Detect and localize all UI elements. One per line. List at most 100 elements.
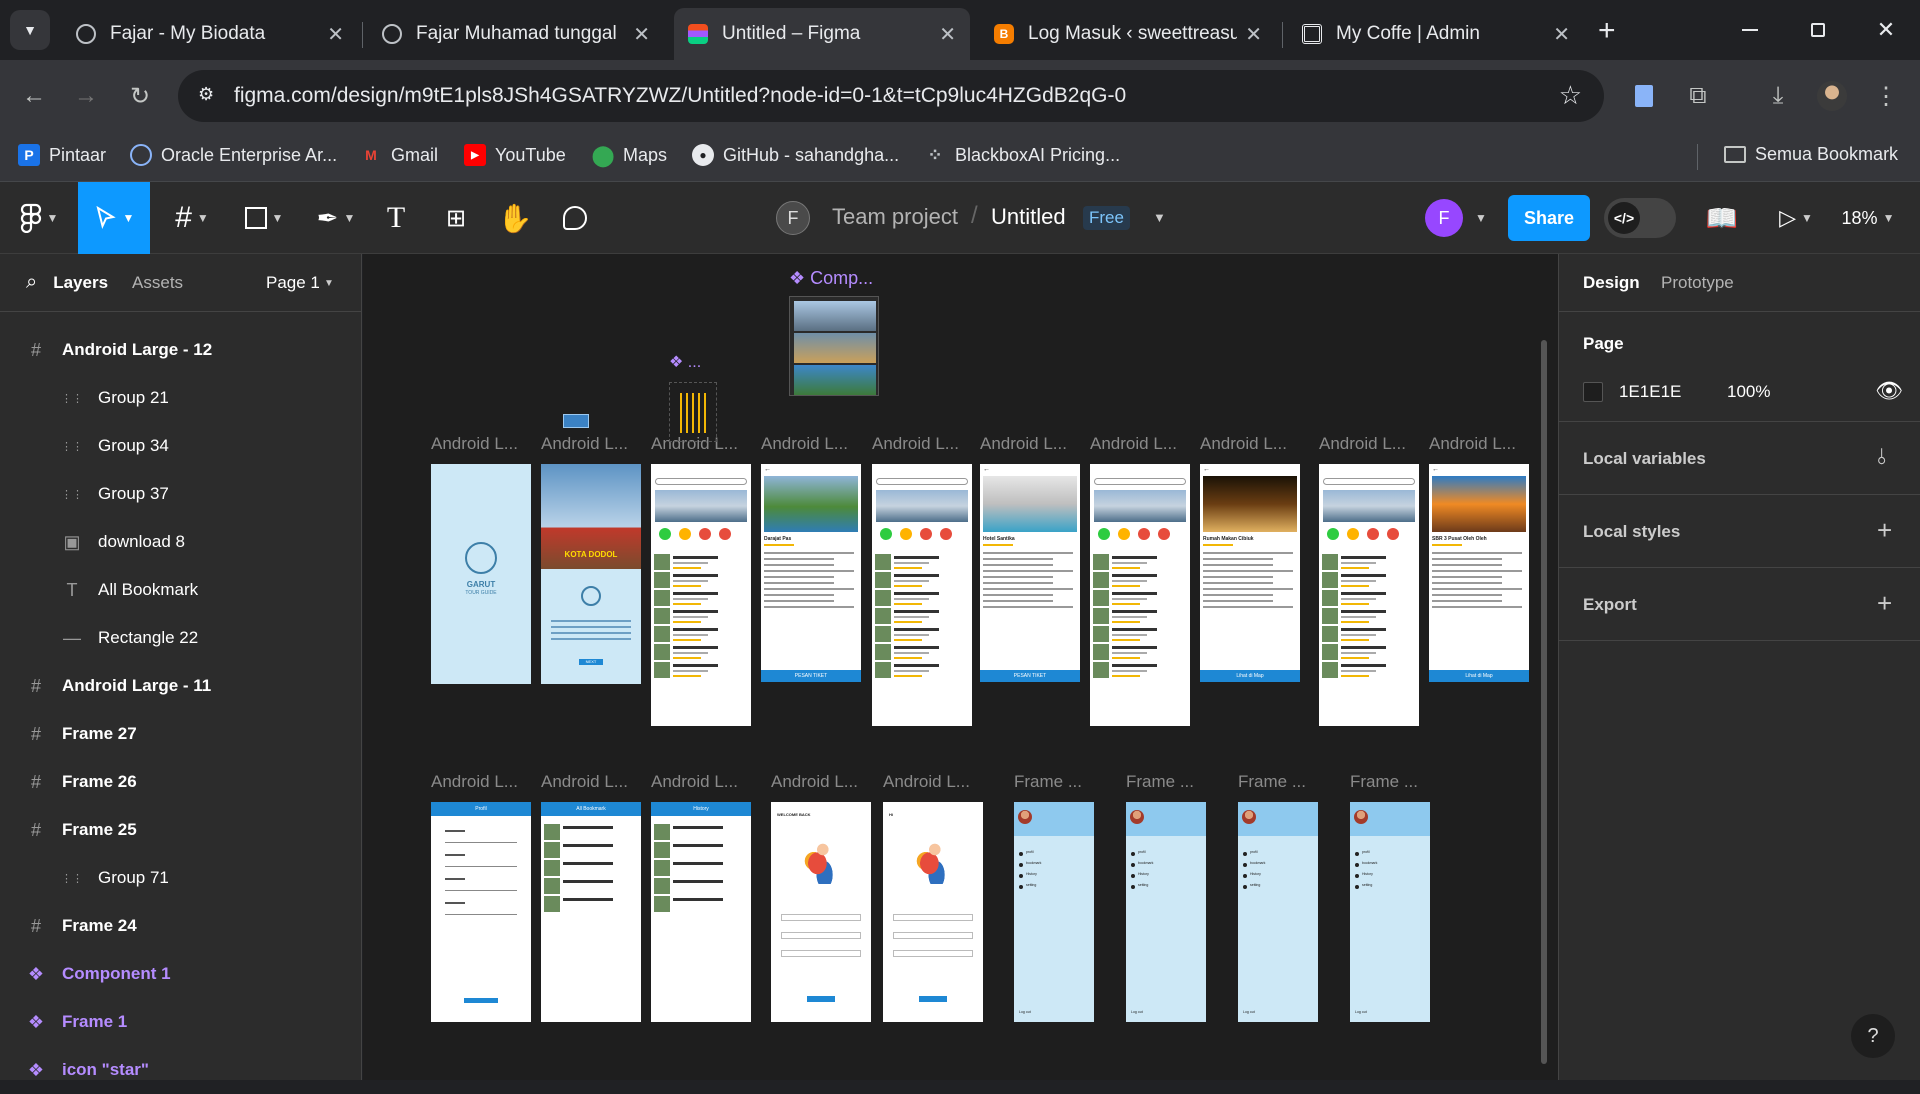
chevron-down-icon[interactable]: ▼ [324, 278, 334, 289]
present-button[interactable]: ▷ ▼ [1768, 182, 1824, 254]
frame-menu[interactable]: profil bookmark History setting Log out [1126, 802, 1206, 1022]
tab-layers[interactable]: Layers [53, 273, 108, 293]
restore-button[interactable] [1798, 10, 1838, 50]
close-icon[interactable]: ✕ [1553, 22, 1570, 47]
new-tab-button[interactable]: + [1598, 14, 1616, 48]
back-button[interactable]: ← [12, 74, 56, 118]
shape-tool[interactable]: ▼ [234, 182, 294, 254]
sliders-icon[interactable]: ⫰ [1877, 444, 1887, 470]
chevron-down-icon[interactable]: ▼ [1475, 211, 1487, 225]
layer-row[interactable]: ❖ icon "star" [0, 1046, 362, 1094]
bookmark-maps[interactable]: ⬤ Maps [592, 144, 667, 167]
plus-icon[interactable]: + [1877, 515, 1892, 546]
team-avatar[interactable]: F [776, 201, 810, 235]
export-section[interactable]: Export + [1559, 568, 1920, 641]
layer-row[interactable]: ▣ download 8 [0, 518, 362, 566]
browser-tab-2[interactable]: Fajar Muhamad tunggal ✕ [368, 8, 664, 60]
main-menu-button[interactable]: ▼ [8, 182, 70, 254]
user-avatar[interactable]: F [1425, 199, 1463, 237]
all-bookmarks-folder[interactable]: Semua Bookmark [1724, 144, 1898, 165]
close-icon[interactable]: ✕ [327, 22, 344, 47]
zoom-control[interactable]: 18% ▼ [1836, 182, 1900, 254]
team-name[interactable]: Team project [832, 204, 958, 230]
search-icon[interactable]: ⌕ [26, 271, 37, 294]
layer-row[interactable]: ⋮⋮ Group 37 [0, 470, 362, 518]
minimize-button[interactable] [1730, 10, 1770, 50]
extension-button[interactable] [1622, 74, 1666, 118]
browser-tab-1[interactable]: Fajar - My Biodata ✕ [62, 8, 358, 60]
file-menu-chevron[interactable]: ▼ [1153, 210, 1166, 225]
bookmark-oracle[interactable]: Oracle Enterprise Ar... [130, 144, 337, 166]
tab-search-button[interactable]: ▼ [10, 10, 50, 50]
frame-list[interactable] [1090, 464, 1190, 726]
pen-tool[interactable]: ✒ ▼ [306, 182, 366, 254]
frame-menu[interactable]: profil bookmark History setting Log out [1014, 802, 1094, 1022]
tab-design[interactable]: Design [1583, 273, 1640, 293]
comment-tool[interactable] [554, 182, 596, 254]
frame-profile[interactable]: Profil [431, 802, 531, 1022]
eye-icon[interactable]: 👁 [1875, 378, 1903, 404]
layer-row[interactable]: ⋮⋮ Group 21 [0, 374, 362, 422]
frame-city[interactable]: KOTA DODOL NEXT [541, 464, 641, 684]
frame-list[interactable]: All Bookmark [541, 802, 641, 1022]
layer-row[interactable]: ❖ Frame 1 [0, 998, 362, 1046]
layer-row[interactable]: — Rectangle 22 [0, 614, 362, 662]
frame-splash[interactable]: GARUT TOUR GUIDE [431, 464, 531, 684]
page-color-hex[interactable]: 1E1E1E [1619, 382, 1681, 402]
frame-menu[interactable]: profil bookmark History setting Log out [1238, 802, 1318, 1022]
library-button[interactable]: 📖 [1700, 182, 1744, 254]
bookmark-youtube[interactable]: ▶ YouTube [464, 144, 566, 166]
frame-list[interactable] [1319, 464, 1419, 726]
page-opacity[interactable]: 100% [1727, 382, 1770, 402]
layer-row[interactable]: ❖ Component 1 [0, 950, 362, 998]
bookmark-pintaar[interactable]: P Pintaar [18, 144, 106, 166]
frame-login[interactable]: Hi [883, 802, 983, 1022]
tab-prototype[interactable]: Prototype [1661, 273, 1734, 293]
layer-row[interactable]: # Android Large - 11 [0, 662, 362, 710]
layer-row[interactable]: # Frame 25 [0, 806, 362, 854]
browser-tab-5[interactable]: My Coffe | Admin ✕ [1288, 8, 1584, 60]
local-styles-section[interactable]: Local styles + [1559, 495, 1920, 568]
close-icon[interactable]: ✕ [1245, 22, 1262, 47]
layer-row[interactable]: # Android Large - 12 [0, 326, 362, 374]
star-component[interactable] [669, 382, 717, 442]
layer-row[interactable]: ⋮⋮ Group 34 [0, 422, 362, 470]
bookmark-github[interactable]: ● GitHub - sahandgha... [692, 144, 899, 166]
layer-row[interactable]: # Frame 24 [0, 902, 362, 950]
forward-button[interactable]: → [64, 74, 108, 118]
profile-button[interactable] [1810, 74, 1854, 118]
frame-list[interactable] [651, 464, 751, 726]
frame-list[interactable]: History [651, 802, 751, 1022]
help-button[interactable]: ? [1851, 1014, 1895, 1058]
menu-button[interactable]: ⋮ [1864, 74, 1908, 118]
frame-menu[interactable]: profil bookmark History setting Log out [1350, 802, 1430, 1022]
close-window-button[interactable]: ✕ [1866, 10, 1906, 50]
file-name[interactable]: Untitled [991, 204, 1066, 230]
bookmark-blackbox[interactable]: ⁘ BlackboxAI Pricing... [924, 144, 1120, 166]
downloads-button[interactable]: ⤓ [1756, 74, 1800, 118]
frame-tool[interactable]: # ▼ [162, 182, 222, 254]
component-frame[interactable] [789, 296, 879, 396]
browser-tab-4[interactable]: B Log Masuk ‹ sweettreasur ✕ [980, 8, 1276, 60]
close-icon[interactable]: ✕ [939, 22, 956, 47]
hand-tool[interactable]: ✋ [494, 182, 536, 254]
resources-tool[interactable]: ⊞ [436, 182, 476, 254]
bookmark-gmail[interactable]: M Gmail [360, 144, 438, 166]
site-settings-icon[interactable]: ⚙ [198, 84, 220, 106]
design-canvas[interactable]: Android L... GARUT TOUR GUIDE Android L... K… [363, 254, 1558, 1080]
text-tool[interactable]: T [376, 182, 416, 254]
address-bar[interactable]: ⚙ figma.com/design/m9tE1pls8JSh4GSATRYZW… [178, 70, 1604, 122]
frame-detail[interactable]: ← Rumah Makan Cibiuk Lihat di Map [1200, 464, 1300, 682]
address-url[interactable]: figma.com/design/m9tE1pls8JSh4GSATRYZWZ/… [234, 84, 1126, 108]
move-tool[interactable]: ▼ [78, 182, 150, 254]
layer-row[interactable]: # Frame 26 [0, 758, 362, 806]
extensions-button[interactable]: ⧉ [1676, 74, 1720, 118]
plus-icon[interactable]: + [1877, 588, 1892, 619]
reload-button[interactable]: ↻ [118, 74, 162, 118]
browser-tab-3[interactable]: Untitled – Figma ✕ [674, 8, 970, 60]
frame-detail[interactable]: ← Hotel Santika PESAN TIKET [980, 464, 1080, 682]
layer-row[interactable]: T All Bookmark [0, 566, 362, 614]
close-icon[interactable]: ✕ [633, 22, 650, 47]
share-button[interactable]: Share [1508, 195, 1590, 241]
frame-list[interactable] [872, 464, 972, 726]
